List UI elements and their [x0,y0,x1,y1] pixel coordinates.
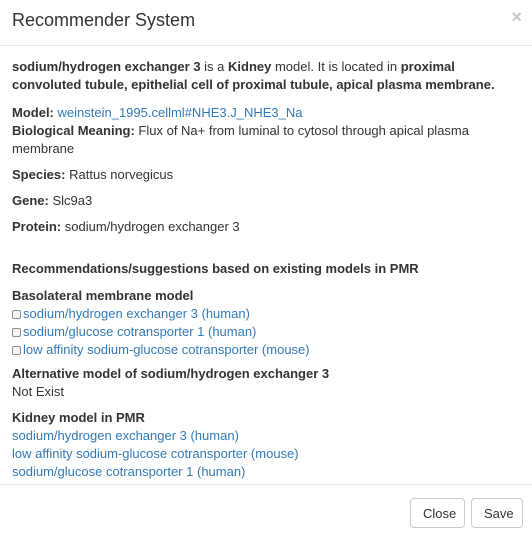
intro-organ: Kidney [228,59,272,74]
kidney-item: sodium/glucose cotransporter 1 (human) [12,463,522,481]
basolateral-checkbox-2[interactable] [12,327,21,337]
intro-text-located: model. It is located in [271,59,401,74]
basolateral-link-2[interactable]: sodium/glucose cotransporter 1 (human) [23,323,256,341]
modal-title: Recommender System [12,10,196,30]
kidney-item: sodium/hydrogen exchanger 3 (human) [12,427,522,445]
basolateral-checkbox-3[interactable] [12,345,21,355]
intro-period: . [490,77,495,92]
meaning-row: Biological Meaning: Flux of Na+ from lum… [12,122,522,158]
species-value: Rattus norvegicus [69,167,174,182]
species-row: Species: Rattus norvegicus [12,166,522,184]
kidney-item: low affinity sodium-glucose cotransporte… [12,445,522,463]
meaning-label: Biological Meaning: [12,123,135,138]
basolateral-item: sodium/hydrogen exchanger 3 (human) [12,305,522,323]
protein-row: Protein: sodium/hydrogen exchanger 3 [12,218,522,236]
alternative-title: Alternative model of sodium/hydrogen exc… [12,366,330,381]
modal-body: sodium/hydrogen exchanger 3 is a Kidney … [12,46,522,481]
basolateral-checkbox-1[interactable] [12,309,21,319]
recommender-modal: Recommender System × sodium/hydrogen exc… [0,0,532,536]
recommendations-heading: Recommendations/suggestions based on exi… [12,261,419,276]
basolateral-link-3[interactable]: low affinity sodium-glucose cotransporte… [23,341,310,359]
protein-label: Protein: [12,219,62,234]
intro-paragraph: sodium/hydrogen exchanger 3 is a Kidney … [12,58,522,94]
protein-value: sodium/hydrogen exchanger 3 [64,219,240,234]
model-label: Model: [12,105,54,120]
intro-entity: sodium/hydrogen exchanger 3 [12,59,201,74]
save-button[interactable]: Save [471,498,523,528]
basolateral-item: sodium/glucose cotransporter 1 (human) [12,323,522,341]
close-button[interactable]: Close [410,498,465,528]
alternative-value: Not Exist [12,384,65,399]
basolateral-item: low affinity sodium-glucose cotransporte… [12,341,522,359]
intro-text-is-a: is a [200,59,229,74]
model-link[interactable]: weinstein_1995.cellml#NHE3.J_NHE3_Na [58,105,303,120]
kidney-link-3[interactable]: sodium/glucose cotransporter 1 (human) [12,464,245,479]
model-row: Model: weinstein_1995.cellml#NHE3.J_NHE3… [12,104,522,122]
kidney-title: Kidney model in PMR [12,410,145,425]
gene-row: Gene: Slc9a3 [12,192,522,210]
basolateral-link-1[interactable]: sodium/hydrogen exchanger 3 (human) [23,305,250,323]
modal-footer: Close Save [0,484,532,536]
kidney-link-2[interactable]: low affinity sodium-glucose cotransporte… [12,446,299,461]
close-icon[interactable]: × [511,8,522,26]
species-label: Species: [12,167,66,182]
modal-header: Recommender System × [0,0,532,46]
gene-label: Gene: [12,193,49,208]
kidney-link-1[interactable]: sodium/hydrogen exchanger 3 (human) [12,428,239,443]
gene-value: Slc9a3 [52,193,93,208]
basolateral-title: Basolateral membrane model [12,288,194,303]
